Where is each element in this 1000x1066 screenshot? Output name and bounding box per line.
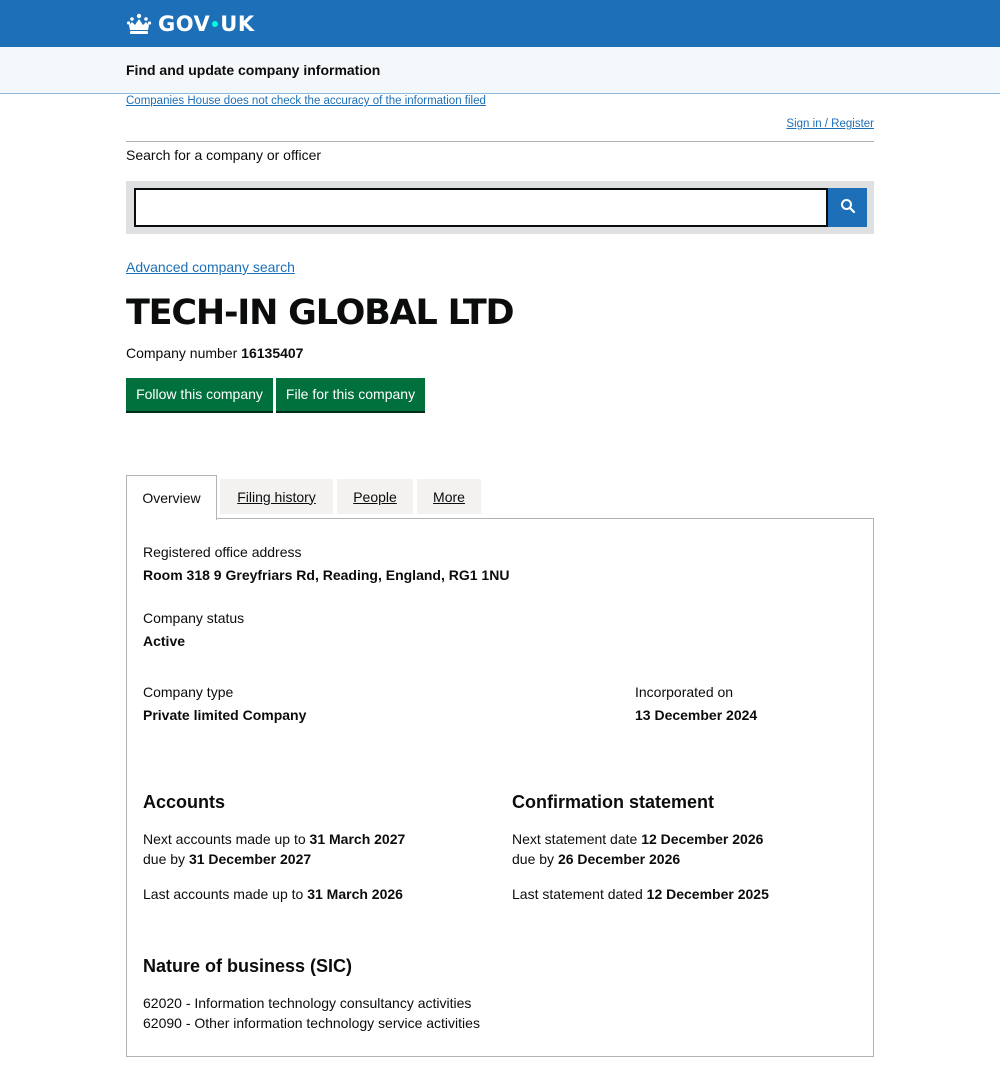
search-input[interactable] <box>134 188 828 227</box>
search-icon <box>840 198 856 217</box>
confirmation-next-date: 12 December 2026 <box>641 831 764 847</box>
search-box <box>126 181 874 234</box>
accounts-next: Next accounts made up to 31 March 2027 <box>143 831 405 847</box>
wordmark-dot <box>212 20 219 27</box>
sic-item: 62090 - Other information technology ser… <box>143 1015 480 1031</box>
accounts-next-date: 31 March 2027 <box>309 831 406 847</box>
sic-item: 62020 - Information technology consultan… <box>143 995 472 1011</box>
file-for-company-button[interactable]: File for this company <box>276 378 425 411</box>
accounts-due-prefix: due by <box>143 851 186 867</box>
company-number-label: Company number <box>126 345 238 361</box>
overview-panel: Registered office address Room 318 9 Gre… <box>126 518 874 1057</box>
confirmation-next-prefix: Next statement date <box>512 831 638 847</box>
company-status-value: Active <box>143 633 186 649</box>
company-type-label: Company type <box>143 684 234 700</box>
confirmation-due-prefix: due by <box>512 851 555 867</box>
accounts-last-prefix: Last accounts made up to <box>143 886 304 902</box>
company-status-label: Company status <box>143 610 245 626</box>
accounts-due: due by 31 December 2027 <box>143 851 311 867</box>
follow-company-button[interactable]: Follow this company <box>126 378 273 411</box>
incorporated-label: Incorporated on <box>635 684 734 700</box>
tab-overview[interactable]: Overview <box>126 475 217 520</box>
registered-office-label: Registered office address <box>143 544 302 560</box>
tab-more[interactable]: More <box>417 479 481 514</box>
confirmation-last-date: 12 December 2025 <box>646 886 769 902</box>
tab-people[interactable]: People <box>337 479 413 514</box>
confirmation-next: Next statement date 12 December 2026 <box>512 831 763 847</box>
company-name: TECH-IN GLOBAL LTD <box>126 293 515 333</box>
company-number: Company number 16135407 <box>126 345 303 361</box>
accounts-heading: Accounts <box>143 792 226 812</box>
govuk-header: GOV UK <box>0 0 1000 47</box>
advanced-search-link[interactable]: Advanced company search <box>126 259 295 275</box>
company-number-value: 16135407 <box>241 345 304 361</box>
company-type-value: Private limited Company <box>143 707 307 723</box>
govuk-wordmark: GOV UK <box>158 12 255 36</box>
confirmation-due-date: 26 December 2026 <box>557 851 681 867</box>
search-button[interactable] <box>828 188 867 227</box>
divider <box>126 141 874 142</box>
sign-in-register-link[interactable]: Sign in / Register <box>786 118 874 130</box>
sic-heading: Nature of business (SIC) <box>143 956 353 976</box>
confirmation-due: due by 26 December 2026 <box>512 851 680 867</box>
crown-icon <box>126 13 152 35</box>
accounts-last: Last accounts made up to 31 March 2026 <box>143 886 403 902</box>
wordmark-left: GOV <box>158 11 211 36</box>
confirmation-last-prefix: Last statement dated <box>512 886 643 902</box>
accounts-next-prefix: Next accounts made up to <box>143 831 306 847</box>
registered-office-value: Room 318 9 Greyfriars Rd, Reading, Engla… <box>143 567 510 583</box>
tab-filing-history[interactable]: Filing history <box>220 479 333 514</box>
service-header: Find and update company information <box>0 47 1000 94</box>
accounts-due-date: 31 December 2027 <box>188 851 312 867</box>
search-label: Search for a company or officer <box>126 147 322 163</box>
accounts-last-date: 31 March 2026 <box>307 886 403 902</box>
confirmation-last: Last statement dated 12 December 2025 <box>512 886 769 902</box>
accuracy-notice-link[interactable]: Companies House does not check the accur… <box>126 95 486 107</box>
govuk-logo-link[interactable]: GOV UK <box>126 10 255 37</box>
incorporated-value: 13 December 2024 <box>635 707 758 723</box>
wordmark-right: UK <box>220 11 255 36</box>
confirmation-heading: Confirmation statement <box>512 792 715 812</box>
service-name[interactable]: Find and update company information <box>126 62 380 78</box>
